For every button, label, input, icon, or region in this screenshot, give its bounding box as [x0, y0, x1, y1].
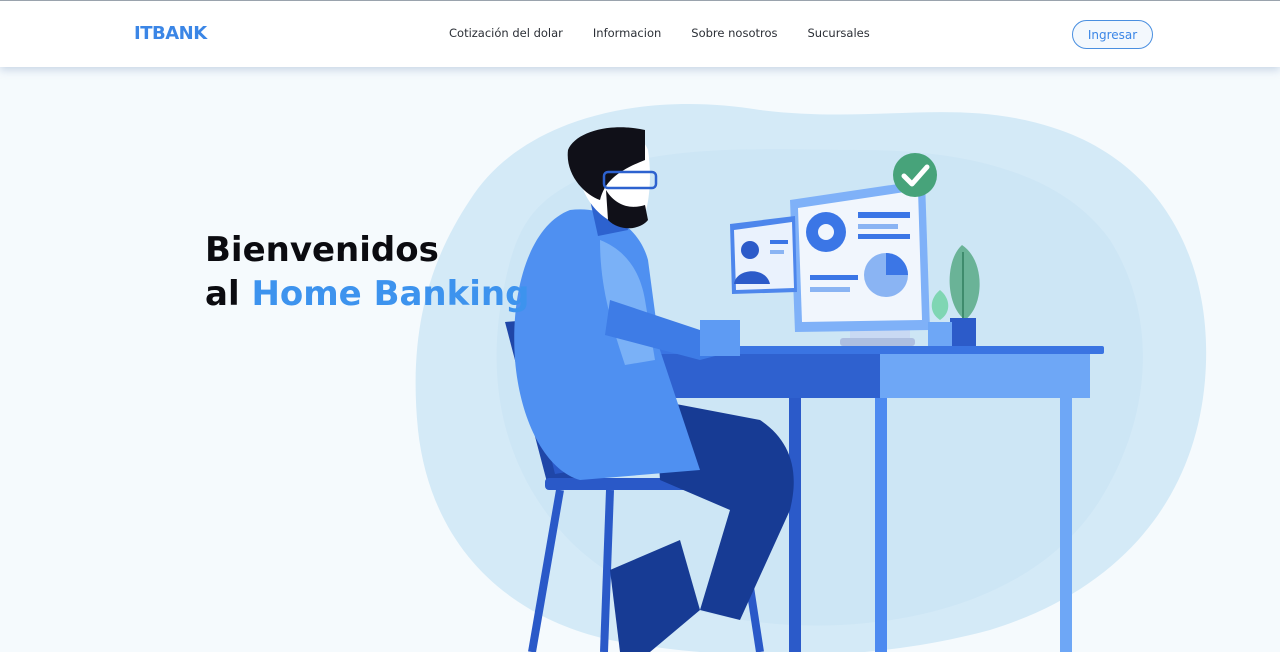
hero-heading: Bienvenidos al Home Banking	[205, 228, 529, 316]
nav-link-cotizacion[interactable]: Cotización del dolar	[449, 26, 563, 40]
itbank-logo[interactable]: ITBANK	[134, 23, 207, 44]
profile-card	[730, 216, 797, 294]
top-navbar: ITBANK Cotización del dolar Informacion …	[0, 0, 1280, 67]
logo-text: ITBANK	[134, 23, 207, 44]
nav-link-informacion[interactable]: Informacion	[593, 26, 661, 40]
main-nav: Cotización del dolar Informacion Sobre n…	[449, 26, 870, 40]
nav-link-sucursales[interactable]: Sucursales	[808, 26, 870, 40]
nav-link-sobre-nosotros[interactable]: Sobre nosotros	[691, 26, 777, 40]
check-badge-icon	[893, 153, 937, 197]
hero-illustration	[415, 104, 1207, 652]
login-button[interactable]: Ingresar	[1072, 20, 1153, 49]
hero-heading-prefix: al	[205, 274, 252, 314]
hero-heading-accent: Home Banking	[251, 274, 530, 314]
hero-heading-line1: Bienvenidos	[205, 230, 439, 270]
monitor	[790, 180, 930, 346]
